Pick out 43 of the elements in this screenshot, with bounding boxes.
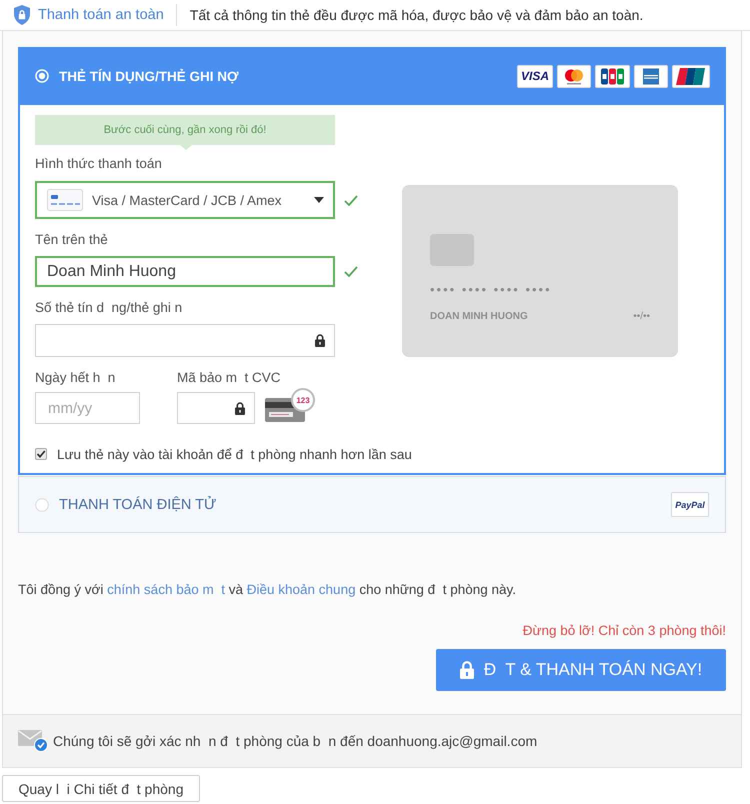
- payment-type-select[interactable]: Visa / MasterCard / JCB / Amex: [35, 181, 335, 219]
- payment-method-header[interactable]: THẺ TÍN DỤNG/THẺ GHI NỢ VISA: [18, 47, 726, 105]
- card-expiry-mask: ••/••: [633, 311, 650, 322]
- check-icon: [344, 266, 358, 277]
- card-number-mask: •••• •••• •••• ••••: [430, 282, 553, 297]
- card-brand-logo: VISA: [517, 64, 553, 88]
- field-label: Mã bảo m t CVC: [177, 369, 282, 387]
- checkbox-label: Lưu thẻ này vào tài khoản để đ t phòng nhanh hơn lần sau: [57, 446, 412, 462]
- card-icon: [47, 189, 83, 211]
- lock-icon: [460, 661, 474, 679]
- field-label: Số thẻ tín d ng/thẻ ghi n: [35, 299, 184, 317]
- lock-icon: [315, 334, 325, 347]
- mail-check-icon: [18, 730, 48, 752]
- field-label: Hình thức thanh toán: [35, 155, 163, 173]
- back-button[interactable]: Quay l i Chi tiết đ t phòng: [2, 775, 200, 802]
- overlapping-circles-icon: [557, 64, 591, 88]
- slanted-stripes-icon: [672, 64, 710, 88]
- caret-icon: [314, 197, 324, 203]
- security-title: Thanh toán an toàn: [38, 7, 164, 23]
- striped-blocks-icon: [595, 64, 630, 88]
- radio-icon[interactable]: [35, 498, 49, 512]
- square-tile-icon: [634, 64, 668, 88]
- checkbox[interactable]: [35, 448, 47, 460]
- payment-method-label: THANH TOÁN ĐIỆN TỬ: [59, 496, 216, 512]
- field-label: Ngày hết h n: [35, 369, 116, 387]
- field-label: Tên trên thẻ: [35, 231, 109, 249]
- security-message: Tất cả thông tin thẻ đều được mã hóa, được bảo vệ và đảm bảo an toàn.: [190, 7, 644, 23]
- input-field[interactable]: [35, 324, 335, 357]
- payment-method-header[interactable]: THANH TOÁN ĐIỆN TỬ PayPal: [18, 476, 726, 533]
- urgency-message: Đừng bỏ lỡ! Chỉ còn 3 phòng thôi!: [522, 623, 726, 639]
- check-icon: [344, 194, 358, 206]
- confirmation-note: Chúng tôi sẽ gởi xác nh n đ t phòng của b n đến doanhuong.ajc@gmail.com: [53, 733, 538, 749]
- input-field[interactable]: Doan Minh Huong: [35, 256, 335, 287]
- wallet-brand-logo: PayPal: [671, 492, 709, 517]
- lock-icon: [235, 402, 245, 414]
- shield-lock-icon: [14, 5, 30, 25]
- payment-method-label: THẺ TÍN DỤNG/THẺ GHI NỢ: [59, 68, 239, 84]
- expiry-field[interactable]: mm/yy: [35, 392, 140, 424]
- cvc-field[interactable]: [177, 392, 255, 424]
- card-holder-name: DOAN MINH HUONG: [430, 311, 528, 322]
- progress-hint: Bước cuối cùng, gần xong rồi đó!: [35, 115, 335, 151]
- cvc-badge: 123: [291, 388, 315, 412]
- agreement-text: Tôi đồng ý với chính sách bảo m t và Điều khoản chung cho những đ t phòng này.: [18, 582, 517, 598]
